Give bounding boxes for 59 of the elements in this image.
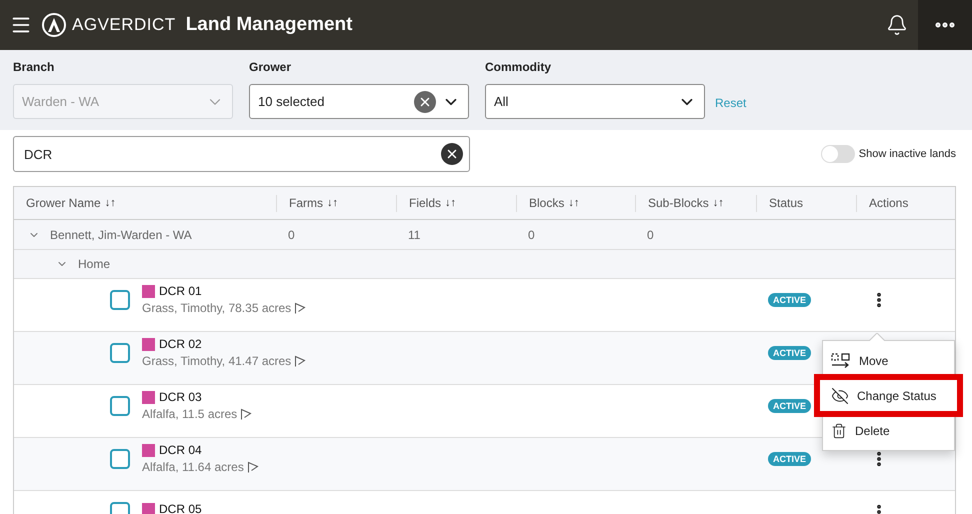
toggle-switch[interactable] [820, 145, 855, 163]
table-cell-text: 0 [646, 228, 655, 242]
status-badge: ACTIVE [768, 399, 812, 413]
clear-icon[interactable] [441, 143, 463, 165]
page-title: Land Management [186, 14, 354, 36]
column-header[interactable]: Farms [289, 196, 323, 210]
checkbox[interactable] [110, 449, 130, 469]
column-header[interactable]: Fields [409, 196, 442, 210]
column-header[interactable]: Sub-Blocks [648, 196, 709, 210]
filter-label: Branch [13, 60, 56, 74]
flag-icon [294, 355, 306, 367]
grower-name: Bennett, Jim-Warden - WA [50, 228, 192, 242]
sort-icon[interactable]: ↓↑ [568, 197, 580, 209]
column-header: Actions [869, 196, 908, 210]
field-name: DCR 02 [159, 337, 202, 351]
column-header[interactable]: Grower Name [26, 196, 101, 210]
flag-icon [240, 408, 252, 420]
clear-icon[interactable] [414, 90, 436, 112]
field-detail: Grass, Timothy, 78.35 acres [142, 301, 292, 315]
menu-item[interactable]: Move [823, 344, 954, 377]
table-cell-text: 0 [287, 228, 296, 242]
farm-name: Home [78, 257, 110, 271]
sort-icon[interactable]: ↓↑ [445, 197, 456, 209]
menu-item[interactable]: Change Status [819, 379, 958, 412]
column-header: Status [769, 196, 804, 210]
field-name: DCR 04 [159, 443, 202, 457]
trash-icon [831, 422, 847, 438]
field-detail: Alfalfa, 11.64 acres [142, 460, 244, 474]
menu-item[interactable]: Delete [823, 414, 954, 447]
sort-icon[interactable]: ↓↑ [104, 197, 116, 209]
toggle-label: Show inactive lands [858, 148, 956, 160]
logo-wordmark: AGVERDICT [72, 15, 176, 35]
filter-label: Commodity [485, 60, 552, 74]
status-badge: ACTIVE [768, 346, 812, 360]
table-cell-text: 11 [407, 228, 422, 242]
field-name: DCR 05 [159, 502, 202, 514]
hidden-eye-icon [831, 386, 849, 404]
sort-icon[interactable]: ↓↑ [327, 197, 338, 209]
logo-icon [42, 13, 66, 37]
checkbox[interactable] [110, 396, 130, 416]
status-badge: ACTIVE [768, 293, 812, 307]
filter-label: Grower [249, 60, 292, 74]
status-badge: ACTIVE [768, 452, 812, 466]
checkbox[interactable] [110, 290, 130, 310]
filter-dropdown[interactable]: 10 selected [249, 84, 469, 119]
move-icon [831, 352, 851, 368]
field-detail: Grass, Timothy, 41.47 acres [142, 354, 292, 368]
notification-bell-icon[interactable] [886, 14, 908, 36]
search-field[interactable]: DCR [13, 136, 470, 172]
flag-icon [246, 461, 259, 473]
field-name: DCR 03 [159, 390, 202, 404]
checkbox[interactable] [110, 343, 130, 363]
sort-icon[interactable]: ↓↑ [712, 197, 724, 209]
flag-icon [294, 302, 306, 314]
field-detail: Alfalfa, 11.5 acres [142, 407, 238, 421]
table-cell-text: 0 [527, 228, 536, 242]
column-header[interactable]: Blocks [529, 196, 564, 210]
filter-dropdown[interactable]: All [485, 84, 705, 119]
field-name: DCR 01 [159, 284, 202, 298]
